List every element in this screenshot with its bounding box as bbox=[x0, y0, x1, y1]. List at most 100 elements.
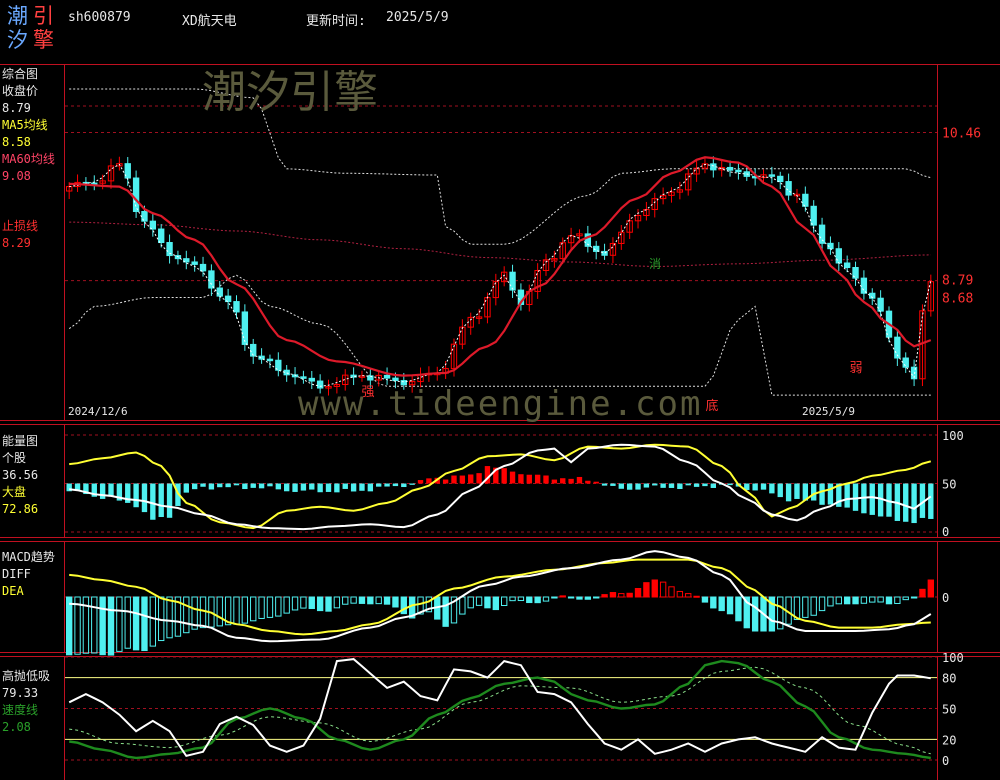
energy-bar bbox=[275, 483, 281, 490]
macd-histogram-bar bbox=[701, 596, 709, 603]
energy-bar bbox=[250, 483, 256, 488]
macd-histogram-bar bbox=[726, 596, 734, 615]
energy-bar bbox=[928, 483, 934, 519]
osc-tick-100: 100 bbox=[942, 651, 964, 665]
energy-bar bbox=[677, 483, 683, 490]
candle-body bbox=[726, 166, 734, 171]
energy-bar bbox=[359, 483, 365, 491]
energy-bar bbox=[191, 483, 198, 490]
candle-body bbox=[158, 228, 165, 244]
main-right-tick-1046: 10.46 bbox=[942, 126, 981, 141]
macd-legend-line-1: DIFF bbox=[2, 567, 31, 581]
macd-panel-legend: MACD趋势 DIFF DEA bbox=[2, 549, 55, 600]
macd-legend-line-2: DEA bbox=[2, 584, 24, 598]
energy-bar bbox=[777, 483, 783, 498]
macd-legend-line-0: MACD趋势 bbox=[2, 550, 55, 564]
candle-body bbox=[216, 287, 223, 297]
macd-histogram-bar bbox=[392, 596, 399, 608]
energy-bar bbox=[685, 483, 691, 486]
stop-loss-value: 8.29 bbox=[2, 236, 31, 250]
candle-body bbox=[835, 248, 842, 264]
osc-tick-0: 0 bbox=[942, 754, 949, 768]
energy-bar bbox=[911, 483, 917, 524]
date-start-label: 2024/12/6 bbox=[68, 405, 128, 418]
macd-histogram-bar bbox=[308, 596, 315, 610]
update-date: 2025/5/9 bbox=[386, 10, 449, 25]
energy-bar bbox=[108, 483, 114, 497]
main-legend-line-6: 9.08 bbox=[2, 169, 31, 183]
energy-bar bbox=[585, 480, 591, 484]
energy-bar bbox=[601, 483, 608, 486]
update-label: 更新时间: bbox=[306, 14, 366, 29]
energy-bar bbox=[794, 483, 800, 499]
energy-bar bbox=[267, 483, 273, 487]
energy-bar bbox=[133, 483, 139, 508]
macd-histogram-bar bbox=[735, 596, 742, 622]
energy-legend-line-3: 大盘 bbox=[2, 485, 27, 499]
candle-body bbox=[191, 261, 198, 265]
energy-bar bbox=[560, 478, 566, 484]
candle-body bbox=[843, 262, 851, 269]
energy-bar bbox=[652, 483, 658, 486]
macd-histogram-bar bbox=[609, 592, 617, 598]
energy-bar bbox=[710, 483, 716, 488]
candle-body bbox=[509, 271, 516, 291]
main-legend-line-0: 综合图 bbox=[2, 67, 39, 81]
macd-histogram-bar bbox=[710, 596, 717, 609]
energy-bar bbox=[785, 483, 792, 502]
energy-bar bbox=[208, 483, 215, 490]
macd-tick-0: 0 bbox=[942, 591, 949, 605]
energy-tick-100: 100 bbox=[942, 429, 964, 443]
energy-bar bbox=[183, 483, 189, 493]
candle-body bbox=[283, 369, 290, 376]
main-legend-line-2: 8.79 bbox=[2, 101, 31, 115]
energy-tick-50: 50 bbox=[942, 478, 956, 492]
energy-bar bbox=[242, 483, 248, 490]
energy-bar bbox=[166, 483, 173, 518]
energy-bar bbox=[702, 483, 708, 487]
energy-bar bbox=[576, 476, 583, 484]
osc-tick-50: 50 bbox=[942, 703, 956, 717]
macd-histogram-bar bbox=[383, 596, 391, 605]
energy-bar bbox=[200, 483, 206, 487]
macd-histogram-bar bbox=[358, 596, 366, 604]
energy-bar bbox=[334, 483, 340, 493]
energy-bar bbox=[350, 483, 357, 492]
stock-code: sh600879 bbox=[68, 10, 131, 25]
macd-histogram-bar bbox=[910, 596, 918, 599]
candle-body bbox=[233, 301, 240, 313]
main-panel-legend: 综合图 收盘价 8.79 MA5均线 8.58 MA60均线 9.08 bbox=[2, 66, 55, 185]
osc-panel-legend: 高抛低吸 79.33 速度线 2.08 bbox=[2, 668, 50, 736]
energy-panel-legend: 能量图 个股 36.56 大盘 72.86 bbox=[2, 433, 38, 518]
macd-histogram-bar bbox=[492, 596, 499, 611]
energy-bar bbox=[509, 471, 516, 484]
energy-bar bbox=[869, 483, 875, 515]
energy-bar bbox=[150, 483, 156, 520]
energy-bar bbox=[769, 483, 775, 494]
candle-body bbox=[132, 177, 140, 212]
energy-bar bbox=[317, 483, 323, 493]
energy-bar bbox=[376, 483, 382, 487]
logo-char-3: 汐 bbox=[7, 28, 28, 52]
macd-histogram-bar bbox=[132, 596, 140, 651]
candle-body bbox=[199, 263, 207, 272]
macd-histogram-bar bbox=[718, 596, 725, 612]
macd-histogram-bar bbox=[534, 596, 541, 604]
energy-legend-line-2: 36.56 bbox=[2, 468, 39, 482]
macd-histogram-bar bbox=[634, 588, 642, 598]
macd-histogram-bar bbox=[99, 596, 106, 656]
macd-histogram-bar bbox=[643, 582, 650, 598]
annotation-weak: 弱 bbox=[849, 361, 862, 376]
energy-bar bbox=[534, 474, 541, 484]
macd-histogram-bar bbox=[107, 596, 115, 656]
energy-bar bbox=[258, 483, 265, 489]
energy-bar bbox=[643, 483, 650, 488]
osc-legend-line-1: 79.33 bbox=[2, 686, 39, 700]
macd-histogram-bar bbox=[325, 596, 332, 612]
annotation-bottom: 底 bbox=[705, 398, 718, 414]
energy-bar bbox=[426, 478, 432, 484]
osc-tick-80: 80 bbox=[942, 672, 956, 686]
energy-bar bbox=[292, 483, 298, 492]
candle-body bbox=[392, 377, 399, 382]
candle-body bbox=[601, 250, 608, 256]
